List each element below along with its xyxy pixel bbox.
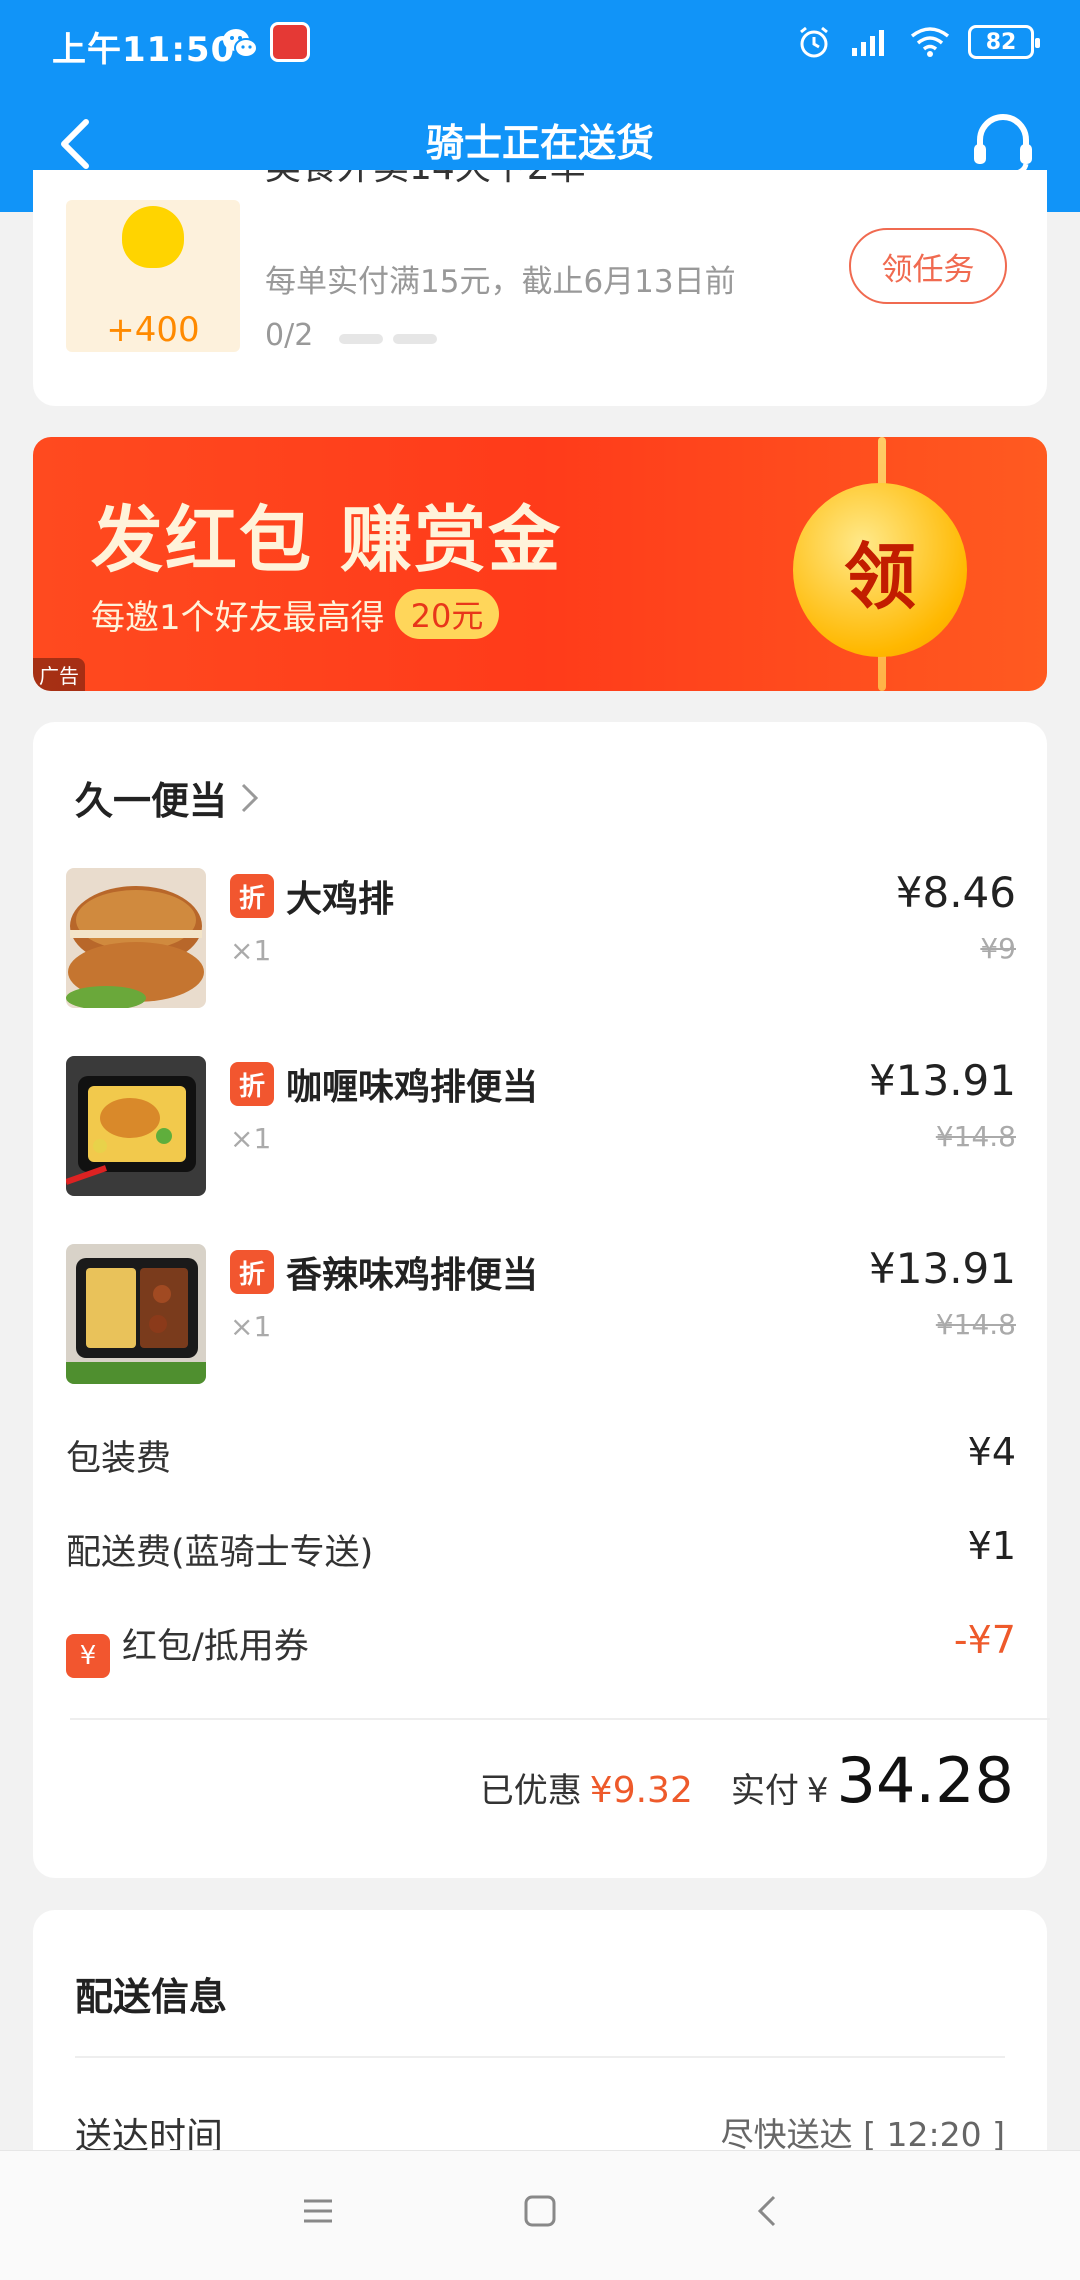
task-title: 美食外卖14天下2单 xyxy=(265,170,586,188)
item-original-price: ¥14.8 xyxy=(935,1308,1016,1341)
food-image-curry-bento xyxy=(66,1056,206,1196)
fee-value: ¥4 xyxy=(967,1430,1016,1474)
reward-gem-icon xyxy=(122,206,184,268)
order-item[interactable]: 折 大鸡排 ×1 ¥8.46 ¥9 xyxy=(66,868,1016,1008)
discount-badge: 折 xyxy=(230,1250,274,1294)
item-price: ¥13.91 xyxy=(869,1056,1016,1105)
battery-indicator: 82 xyxy=(968,25,1040,59)
delivery-title: 配送信息 xyxy=(75,1975,228,2019)
status-icons: 82 xyxy=(796,24,1040,60)
discount-badge: 折 xyxy=(230,874,274,918)
item-name: 大鸡排 xyxy=(286,879,395,920)
wechat-icon xyxy=(223,29,258,58)
task-card: +400 美食外卖14天下2单 每单实付满15元，截止6月13日前 0/2 领任… xyxy=(33,170,1047,406)
reward-points: +400 xyxy=(106,310,200,350)
signal-icon xyxy=(852,30,884,56)
paid-currency: ¥ xyxy=(806,1771,829,1811)
item-price: ¥8.46 xyxy=(895,868,1016,917)
progress-dash xyxy=(393,334,437,344)
home-square-icon[interactable] xyxy=(520,2191,560,2231)
paid-label: 实付 xyxy=(730,1771,799,1811)
food-image-spicy-bento xyxy=(66,1244,206,1384)
fee-value: ¥1 xyxy=(967,1524,1016,1568)
progress-dash xyxy=(339,334,383,344)
divider xyxy=(70,1718,1050,1720)
order-card: 久一便当 折 大鸡排 ×1 ¥8.46 ¥9 折 咖喱味鸡排便当 ×1 ¥13.… xyxy=(33,722,1050,1878)
order-item[interactable]: 折 咖喱味鸡排便当 ×1 ¥13.91 ¥14.8 xyxy=(66,1056,1016,1196)
paid-value: 34.28 xyxy=(836,1744,1015,1817)
food-image-chicken-cutlet xyxy=(66,868,206,1008)
order-item[interactable]: 折 香辣味鸡排便当 ×1 ¥13.91 ¥14.8 xyxy=(66,1244,1016,1384)
saved-label: 已优惠 xyxy=(479,1771,582,1811)
item-price: ¥13.91 xyxy=(869,1244,1016,1293)
item-original-price: ¥9 xyxy=(980,932,1016,965)
fee-value: -¥7 xyxy=(953,1618,1016,1662)
ad-subtext: 每邀1个好友最高得 xyxy=(91,597,385,638)
chevron-right-icon xyxy=(241,783,259,812)
wifi-icon xyxy=(910,27,950,57)
task-reward-badge: +400 xyxy=(66,200,240,352)
system-nav-bar xyxy=(0,2150,1080,2280)
ad-headline: 发红包 赚赏金 xyxy=(91,498,563,582)
discount-badge: 折 xyxy=(230,1062,274,1106)
back-nav-icon[interactable] xyxy=(748,2191,788,2231)
fee-label: 配送费(蓝骑士专送) xyxy=(66,1533,374,1573)
menu-icon[interactable] xyxy=(298,2191,338,2231)
claim-coin-button[interactable]: 领 xyxy=(793,483,967,657)
fee-label: 包装费 xyxy=(66,1439,172,1479)
item-name: 咖喱味鸡排便当 xyxy=(286,1067,539,1108)
item-quantity: ×1 xyxy=(230,1310,272,1343)
fee-label: 红包/抵用券 xyxy=(122,1627,309,1667)
item-quantity: ×1 xyxy=(230,1122,272,1155)
delivery-info-card: 配送信息 送达时间 尽快送达 [ 12:20 ] xyxy=(33,1910,1047,2170)
battery-level: 82 xyxy=(985,29,1017,55)
coupon-row[interactable]: ¥ 红包/抵用券 -¥7 xyxy=(66,1618,1016,1678)
ad-tag: 广告 xyxy=(33,658,85,691)
ad-subtext-row: 每邀1个好友最高得 20元 xyxy=(91,589,500,639)
shop-link[interactable]: 久一便当 xyxy=(75,770,261,825)
task-progress: 0/2 xyxy=(265,318,314,353)
alarm-icon xyxy=(800,26,828,58)
ad-amount-pill: 20元 xyxy=(394,589,500,639)
delivery-fee-row: 配送费(蓝骑士专送) ¥1 xyxy=(66,1524,1016,1580)
item-name: 香辣味鸡排便当 xyxy=(286,1255,539,1296)
saved-value: ¥9.32 xyxy=(589,1770,693,1811)
order-total: 已优惠 ¥9.32 实付 ¥34.28 xyxy=(480,1744,1014,1817)
claim-task-button[interactable]: 领任务 xyxy=(849,228,1007,304)
item-original-price: ¥14.8 xyxy=(935,1120,1016,1153)
task-description: 每单实付满15元，截止6月13日前 xyxy=(265,264,736,300)
coupon-yen-icon: ¥ xyxy=(66,1634,110,1678)
status-time: 上午11:50 xyxy=(52,30,236,70)
delivery-time-value: 尽快送达 [ 12:20 ] xyxy=(720,2115,1005,2154)
packaging-fee-row: 包装费 ¥4 xyxy=(66,1430,1016,1486)
status-bar: 上午11:50 82 xyxy=(0,0,1080,92)
page-title: 骑士正在送货 xyxy=(425,121,654,165)
invite-ad-banner[interactable]: 发红包 赚赏金 每邀1个好友最高得 20元 领 广告 xyxy=(33,437,1047,691)
divider xyxy=(75,2056,1005,2058)
app-notification-icon xyxy=(270,22,310,62)
item-quantity: ×1 xyxy=(230,934,272,967)
shop-name: 久一便当 xyxy=(75,779,228,823)
